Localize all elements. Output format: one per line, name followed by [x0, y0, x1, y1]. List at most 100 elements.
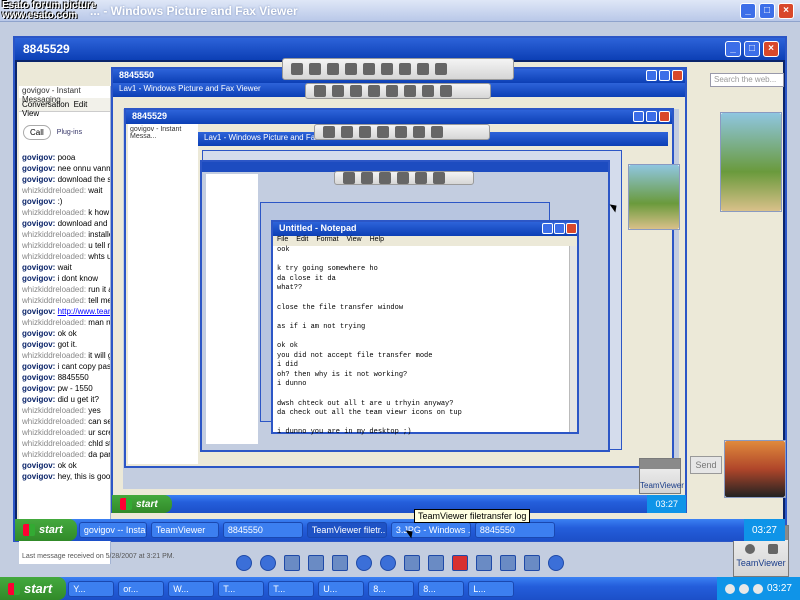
refresh-icon-4[interactable] [361, 172, 373, 184]
lock-icon-4[interactable] [433, 172, 445, 184]
help-icon[interactable] [548, 555, 564, 571]
call-button[interactable]: Call [23, 124, 51, 140]
search-input[interactable]: Search the web... [710, 73, 784, 87]
file-transfer-icon[interactable] [363, 63, 375, 75]
actual-size-icon[interactable] [308, 555, 324, 571]
notepad-window[interactable]: Untitled - Notepad File Edit Format View… [271, 220, 579, 436]
edit-icon[interactable] [524, 555, 540, 571]
tv-minimize-button[interactable]: _ [725, 41, 741, 57]
refresh-icon-3[interactable] [341, 126, 353, 138]
teamviewer-toolbar-2[interactable] [305, 83, 491, 99]
plugins-button[interactable]: Plug-ins [57, 129, 82, 136]
np-menu-file[interactable]: File [277, 236, 288, 246]
chat-icon[interactable] [345, 63, 357, 75]
inner-close[interactable] [659, 111, 670, 122]
menu-conversation[interactable]: Conversation [22, 100, 69, 109]
print-icon[interactable] [476, 555, 492, 571]
settings-icon[interactable] [327, 63, 339, 75]
taskbar-item[interactable]: 8... [368, 580, 415, 597]
np-menu-format[interactable]: Format [316, 236, 338, 246]
teamviewer-toolbar-3[interactable] [314, 124, 490, 140]
tray-volume-icon[interactable] [752, 583, 763, 594]
session-icon-4[interactable] [343, 172, 355, 184]
delete-icon[interactable] [452, 555, 468, 571]
remote-close[interactable] [672, 70, 683, 81]
close-button[interactable]: × [778, 3, 794, 19]
remote-task-teamviewer[interactable]: TeamViewer [150, 522, 219, 538]
remote-task-viewer[interactable]: 3.JPG - Windows ... [390, 522, 471, 538]
taskbar-item[interactable]: Y... [68, 580, 115, 597]
maximize-button[interactable]: □ [759, 3, 775, 19]
chat-icon-2[interactable] [368, 85, 380, 97]
slideshow-icon[interactable] [332, 555, 348, 571]
remote-task-filetransfer[interactable]: TeamViewer filetr... [306, 522, 387, 538]
view-icon-3[interactable] [431, 126, 443, 138]
best-fit-icon[interactable] [284, 555, 300, 571]
view-icon-2[interactable] [422, 85, 434, 97]
session-icon-2[interactable] [314, 85, 326, 97]
next-image-icon[interactable] [260, 555, 276, 571]
notepad-text-area[interactable]: ook k try going somewhere ho da close it d… [273, 246, 577, 438]
settings-icon-3[interactable] [359, 126, 371, 138]
rotate-cw-icon[interactable] [404, 555, 420, 571]
taskbar-item[interactable]: L... [468, 580, 515, 597]
teamviewer-badge-2[interactable]: TeamViewer [639, 458, 684, 494]
taskbar-item[interactable]: T... [268, 580, 315, 597]
copy-to-icon[interactable] [500, 555, 516, 571]
chat-icon-3[interactable] [377, 126, 389, 138]
tv-close-button[interactable]: × [763, 41, 779, 57]
teamviewer-toolbar-4[interactable] [334, 171, 474, 185]
tray-network-icon[interactable] [738, 583, 749, 594]
remote-maximize[interactable] [659, 70, 670, 81]
remote-minimize[interactable] [646, 70, 657, 81]
switch-sides-icon[interactable] [417, 63, 429, 75]
chat-link[interactable]: http://www.teamv [58, 307, 110, 316]
file-transfer-icon-3[interactable] [395, 126, 407, 138]
refresh-icon[interactable] [309, 63, 321, 75]
notepad-close[interactable] [566, 223, 577, 234]
zoom-out-icon[interactable] [380, 555, 396, 571]
minimize-button[interactable]: _ [740, 3, 756, 19]
rotate-ccw-icon[interactable] [428, 555, 444, 571]
tray-info-icon[interactable] [724, 583, 735, 594]
menu-edit[interactable]: Edit [74, 100, 88, 109]
fullscreen-icon[interactable] [435, 63, 447, 75]
remote-start-button[interactable]: start [15, 519, 77, 541]
chat-icon-4[interactable] [397, 172, 409, 184]
remote-task-8845550[interactable]: 8845550 [222, 522, 303, 538]
inner-minimize[interactable] [633, 111, 644, 122]
refresh-icon-2[interactable] [332, 85, 344, 97]
lock-icon-2[interactable] [404, 85, 416, 97]
session-icon[interactable] [291, 63, 303, 75]
lock-icon-3[interactable] [413, 126, 425, 138]
taskbar-item[interactable]: or... [118, 580, 165, 597]
view-icon[interactable] [399, 63, 411, 75]
lock-icon[interactable] [381, 63, 393, 75]
notepad-scrollbar[interactable] [569, 246, 577, 432]
settings-icon-4[interactable] [379, 172, 391, 184]
zoom-in-icon[interactable] [356, 555, 372, 571]
settings-icon-2[interactable] [350, 85, 362, 97]
previous-image-icon[interactable] [236, 555, 252, 571]
taskbar-item[interactable]: T... [218, 580, 265, 597]
send-button[interactable]: Send [690, 456, 722, 474]
tv-maximize-button[interactable]: □ [744, 41, 760, 57]
file-transfer-icon-4[interactable] [415, 172, 427, 184]
remote-task-8845550-2[interactable]: 8845550 [474, 522, 555, 538]
menu-view[interactable]: View [22, 109, 39, 118]
switch-sides-icon-2[interactable] [440, 85, 452, 97]
file-transfer-icon-2[interactable] [386, 85, 398, 97]
notepad-minimize[interactable] [542, 223, 553, 234]
np-menu-edit[interactable]: Edit [296, 236, 308, 246]
taskbar-item[interactable]: U... [318, 580, 365, 597]
np-menu-help[interactable]: Help [370, 236, 384, 246]
start-button[interactable]: start [0, 577, 67, 600]
remote-task-im[interactable]: govigov -- Instant... [78, 522, 147, 538]
remote-start-button-2[interactable]: start [112, 495, 172, 513]
taskbar-item[interactable]: 8... [418, 580, 465, 597]
taskbar-item[interactable]: W... [168, 580, 215, 597]
np-menu-view[interactable]: View [347, 236, 362, 246]
session-icon-3[interactable] [323, 126, 335, 138]
inner-maximize[interactable] [646, 111, 657, 122]
teamviewer-toolbar[interactable] [282, 58, 514, 80]
